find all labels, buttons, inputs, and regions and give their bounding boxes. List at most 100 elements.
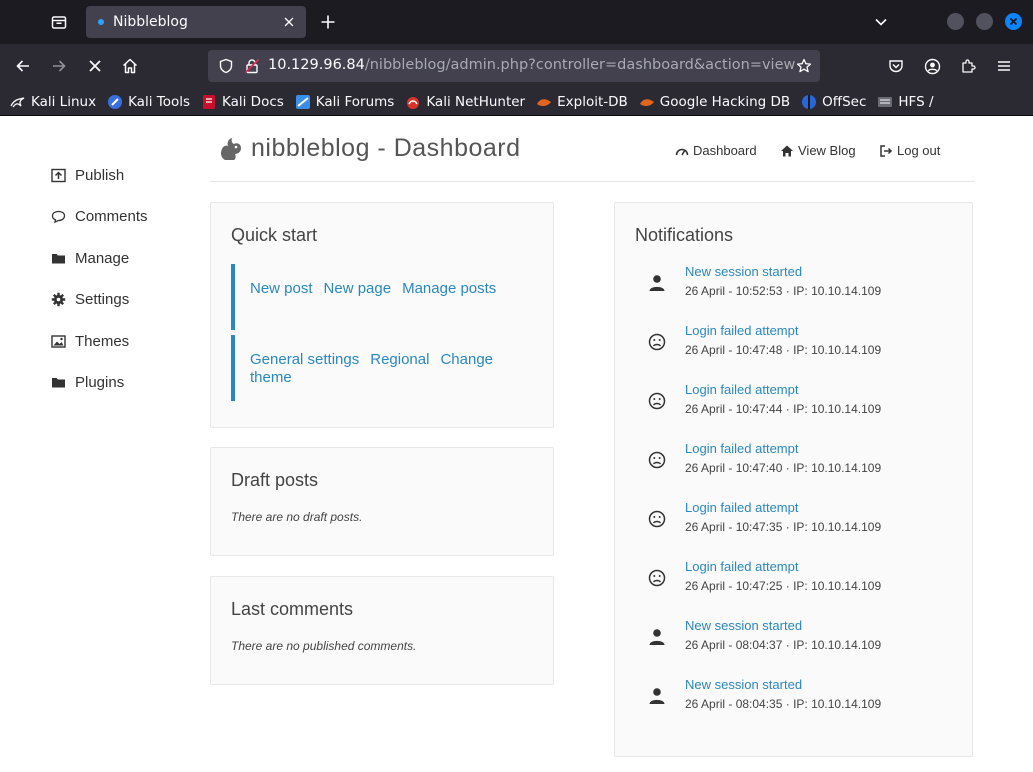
browser-tab[interactable]: Nibbleblog [86,6,306,38]
notification-item: New session started 26 April - 10:52:53 … [635,264,955,304]
extensions-button[interactable] [954,52,982,80]
last-comments-empty-text: There are no published comments. [231,639,417,653]
sidebar-item-settings[interactable]: Settings [50,291,129,308]
bookmarks-toolbar: Kali Linux Kali Tools Kali Docs Kali For… [0,88,1033,116]
browser-navigation-bar: 10.129.96.84/nibbleblog/admin.php?contro… [0,44,1033,88]
bookmark-kali-forums[interactable]: Kali Forums [295,94,394,110]
user-icon [647,627,667,647]
arrow-left-icon [16,60,29,72]
window-maximize-button[interactable] [976,13,993,30]
pocket-button[interactable] [882,52,910,80]
sidebar-item-label: Manage [75,250,130,267]
close-icon [284,17,294,27]
bookmark-label: HFS / [898,93,934,110]
notification-meta: 26 April - 10:47:48 · IP: 10.10.14.109 [685,343,882,357]
bookmark-google-hacking-db[interactable]: Google Hacking DB [639,94,790,110]
star-icon [796,58,812,73]
frown-icon [647,450,667,470]
bookmark-kali-docs[interactable]: Kali Docs [201,94,284,110]
exploit-db-icon [536,94,552,110]
sidebar-item-comments[interactable]: Comments [50,208,148,225]
tab-loading-indicator [98,19,104,25]
notification-title-link[interactable]: New session started [685,677,802,692]
firefox-view-button[interactable] [44,8,74,36]
bookmark-star-button[interactable] [794,56,814,76]
draft-posts-panel: Draft posts There are no draft posts. [210,447,554,556]
page-title: nibbleblog - Dashboard [251,134,521,162]
logout-icon [879,144,893,158]
stop-loading-button[interactable] [81,52,109,80]
forward-button[interactable] [45,52,73,80]
url-path: /nibbleblog/admin.php?controller=dashboa… [364,57,796,73]
notification-meta: 26 April - 10:47:44 · IP: 10.10.14.109 [685,402,882,416]
bookmark-kali-tools[interactable]: Kali Tools [107,94,190,110]
notification-meta: 26 April - 08:04:37 · IP: 10.10.14.109 [685,638,882,652]
frown-icon [647,332,667,352]
firefox-view-icon [51,16,67,29]
tracking-protection-button[interactable] [216,56,236,76]
header-link-view-blog[interactable]: View Blog [780,143,856,158]
new-post-link[interactable]: New post [250,280,313,297]
bookmark-label: Google Hacking DB [659,93,791,110]
user-icon [647,686,667,706]
manage-posts-link[interactable]: Manage posts [402,280,496,297]
close-icon [1009,17,1018,26]
sidebar-item-themes[interactable]: Themes [50,333,129,350]
tab-close-button[interactable] [280,13,298,31]
gear-icon [50,292,66,308]
new-tab-button[interactable] [316,10,340,34]
quick-start-group-settings: General settings Regional Change theme [231,335,521,401]
header-link-log-out[interactable]: Log out [879,143,940,158]
url-text[interactable]: 10.129.96.84/nibbleblog/admin.php?contro… [268,57,795,73]
address-bar[interactable]: 10.129.96.84/nibbleblog/admin.php?contro… [208,50,820,82]
header-link-label: Log out [897,143,941,158]
sidebar-item-manage[interactable]: Manage [50,250,129,267]
bookmark-offsec[interactable]: OffSec [801,94,866,110]
account-button[interactable] [918,52,946,80]
draft-posts-title: Draft posts [231,470,319,490]
app-menu-button[interactable] [990,52,1018,80]
notification-title-link[interactable]: Login failed attempt [685,441,798,456]
plus-icon [321,15,335,29]
bookmark-exploit-db[interactable]: Exploit-DB [536,94,628,110]
kali-forums-icon [295,94,311,110]
draft-posts-empty-text: There are no draft posts. [231,510,363,524]
bookmark-kali-nethunter[interactable]: Kali NetHunter [405,94,525,110]
notification-meta: 26 April - 10:47:40 · IP: 10.10.14.109 [685,461,882,475]
notification-title-link[interactable]: Login failed attempt [685,382,798,397]
frown-icon [647,568,667,588]
notification-title-link[interactable]: Login failed attempt [685,559,798,574]
general-settings-link[interactable]: General settings [250,351,359,368]
sidebar-item-plugins[interactable]: Plugins [50,374,124,391]
bookmark-label: Kali Docs [222,93,284,110]
last-comments-title: Last comments [231,599,354,619]
last-comments-panel: Last comments There are no published com… [210,576,554,685]
site-info-button[interactable] [242,56,262,76]
regional-link[interactable]: Regional [370,351,429,368]
folder-icon [50,251,66,267]
bookmark-kali-linux[interactable]: Kali Linux [10,94,96,110]
back-button[interactable] [9,52,37,80]
sidebar-item-publish[interactable]: Publish [50,167,124,184]
nibbleblog-logo-icon [221,137,241,160]
list-all-tabs-button[interactable] [869,10,893,34]
folder-icon [50,375,66,391]
notification-title-link[interactable]: Login failed attempt [685,500,798,515]
notification-title-link[interactable]: Login failed attempt [685,323,798,338]
notification-item: Login failed attempt 26 April - 10:47:48… [635,323,955,363]
notifications-title: Notifications [635,225,734,245]
bookmark-label: OffSec [822,93,867,110]
hamburger-menu-icon [998,61,1010,71]
bookmark-hfs[interactable]: HFS / [877,93,934,110]
sidebar-item-label: Comments [75,208,148,225]
home-button[interactable] [116,52,144,80]
home-icon [122,58,138,74]
header-link-dashboard[interactable]: Dashboard [675,143,757,158]
kali-nethunter-icon [405,94,421,110]
notification-title-link[interactable]: New session started [685,618,802,633]
comment-icon [50,209,66,225]
window-close-button[interactable] [1005,13,1022,30]
window-minimize-button[interactable] [947,13,964,30]
new-page-link[interactable]: New page [324,280,392,297]
notification-title-link[interactable]: New session started [685,264,802,279]
